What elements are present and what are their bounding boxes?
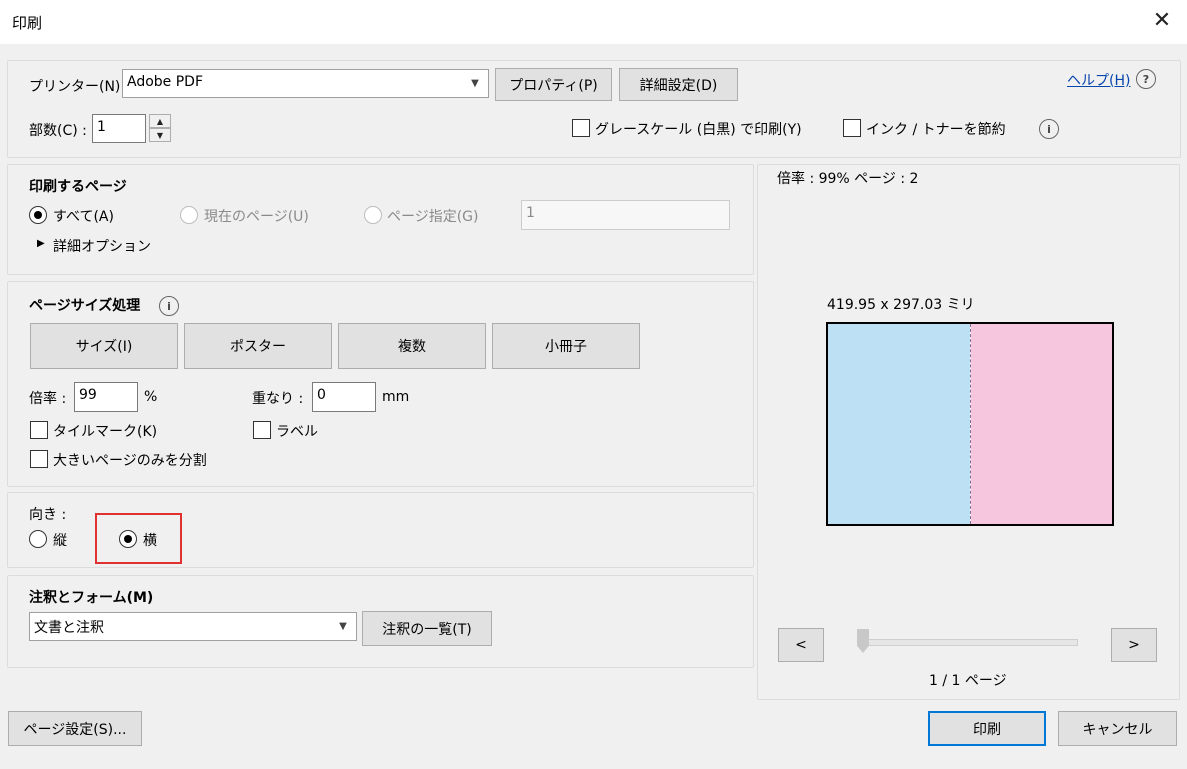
chevron-down-icon: ▼ [471,78,479,89]
comments-heading: 注釈とフォーム(M) [29,590,154,606]
copies-input[interactable]: 1 [92,114,146,143]
radio-portrait-label: 縦 [53,533,67,549]
help-icon[interactable]: ? [1136,69,1156,89]
preview-dimensions: 419.95 x 297.03 ミリ [827,297,975,313]
tile-marks-checkbox[interactable] [30,421,48,439]
overlap-unit: mm [382,389,410,405]
scale-unit: % [144,389,158,405]
scale-label: 倍率 : [29,391,67,407]
copies-down-icon[interactable]: ▼ [149,128,171,142]
size-button[interactable]: サイズ(I) [30,323,178,369]
summarize-comments-button[interactable]: 注釈の一覧(T) [362,611,492,646]
labels-checkbox[interactable] [253,421,271,439]
help-link[interactable]: ヘルプ(H) [1067,70,1130,90]
sizing-heading: ページサイズ処理 [29,298,141,314]
booklet-button[interactable]: 小冊子 [492,323,640,369]
printer-select-value: Adobe PDF [127,74,204,90]
poster-button[interactable]: ポスター [184,323,332,369]
preview-scale-text: 倍率 : 99% ページ : 2 [777,171,919,187]
page-slider-track[interactable] [858,639,1078,646]
window-title: 印刷 [12,14,43,32]
overlap-input[interactable]: 0 [312,382,376,412]
highlight-box [95,513,182,564]
close-icon[interactable]: ✕ [1148,6,1176,34]
copies-up-icon[interactable]: ▲ [149,114,171,128]
print-button[interactable]: 印刷 [928,711,1046,746]
expand-triangle-icon[interactable]: ▶ [37,238,45,249]
prev-page-button[interactable]: < [778,628,824,662]
radio-all-label: すべて(A) [53,209,114,225]
printer-label: プリンター(N) : [29,79,130,95]
copies-label: 部数(C) : [29,123,87,139]
save-ink-label: インク / トナーを節約 [866,122,1006,138]
grayscale-label: グレースケール (白黒) で印刷(Y) [595,122,802,138]
pages-heading: 印刷するページ [29,179,127,195]
save-ink-checkbox[interactable] [843,119,861,137]
orientation-heading: 向き : [29,507,67,523]
large-pages-label: 大きいページのみを分割 [53,453,207,469]
page-range-input[interactable]: 1 [521,200,730,230]
next-page-button[interactable]: > [1111,628,1157,662]
more-options-label[interactable]: 詳細オプション [53,236,151,256]
tile-marks-label: タイルマーク(K) [53,424,158,440]
advanced-button[interactable]: 詳細設定(D) [619,68,738,101]
preview-divider [970,324,971,524]
radio-range-label: ページ指定(G) [387,209,479,225]
radio-portrait[interactable] [29,530,47,548]
multiple-button[interactable]: 複数 [338,323,486,369]
chevron-down-icon: ▼ [339,621,347,632]
page-counter: 1 / 1 ページ [929,673,1007,689]
radio-all[interactable] [29,206,47,224]
cancel-button[interactable]: キャンセル [1058,711,1177,746]
title-bar: 印刷 ✕ [0,0,1187,44]
page-setup-button[interactable]: ページ設定(S)... [8,711,142,746]
sizing-info-icon[interactable]: i [159,296,179,316]
labels-label: ラベル [276,424,318,440]
preview-right-half [971,324,1112,524]
large-pages-checkbox[interactable] [30,450,48,468]
info-icon[interactable]: i [1039,119,1059,139]
overlap-label: 重なり : [252,391,304,407]
properties-button[interactable]: プロパティ(P) [495,68,612,101]
radio-page-range[interactable] [364,206,382,224]
preview-page [826,322,1114,526]
printer-select[interactable]: Adobe PDF ▼ [122,69,489,98]
comments-select[interactable]: 文書と注釈 ▼ [29,612,357,641]
radio-current-label: 現在のページ(U) [204,209,309,225]
radio-current-page[interactable] [180,206,198,224]
grayscale-checkbox[interactable] [572,119,590,137]
preview-left-half [828,324,970,524]
comments-select-value: 文書と注釈 [34,620,104,636]
scale-input[interactable]: 99 [74,382,138,412]
